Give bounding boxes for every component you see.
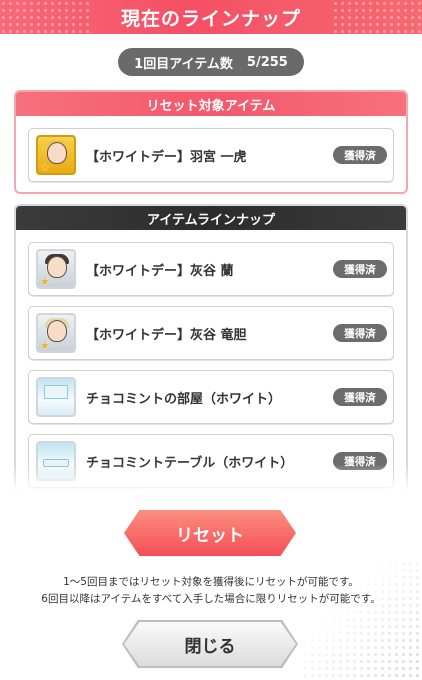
decorative-dots: [302, 560, 422, 680]
star-icon: ★: [40, 275, 50, 288]
dialog-title: 現在のラインナップ: [120, 7, 301, 30]
character-card-icon: ★: [36, 249, 76, 289]
status-badge: 獲得済: [333, 324, 387, 342]
item-count-label: 1回目アイテム数: [134, 56, 233, 72]
star-icon: ★: [40, 161, 50, 174]
reset-button-label: リセット: [176, 525, 244, 546]
item-name: 【ホワイトデー】灰谷 蘭: [86, 263, 234, 279]
item-lineup-title: アイテムラインナップ: [146, 212, 276, 228]
item-name: 【ホワイトデー】羽宮 一虎: [86, 149, 247, 165]
item-count-pill: 1回目アイテム数 5/255: [118, 48, 304, 76]
list-item[interactable]: ★ 【ホワイトデー】灰谷 蘭 獲得済: [28, 242, 394, 296]
item-count-value: 5/255: [246, 54, 288, 70]
list-item[interactable]: チョコミントの部屋（ホワイト） 獲得済: [28, 370, 394, 424]
list-fade: [14, 464, 408, 494]
close-button[interactable]: 閉じる: [124, 622, 296, 666]
item-lineup-header: アイテムラインナップ: [16, 206, 406, 230]
status-badge: 獲得済: [333, 388, 387, 406]
list-item[interactable]: ★ 【ホワイトデー】灰谷 竜胆 獲得済: [28, 306, 394, 360]
dialog-header: 現在のラインナップ: [0, 0, 422, 34]
status-badge: 獲得済: [333, 146, 387, 164]
room-icon: [36, 377, 76, 417]
star-icon: ★: [40, 339, 50, 352]
reset-button[interactable]: リセット: [124, 510, 296, 556]
reset-target-section: リセット対象アイテム ★ 【ホワイトデー】羽宮 一虎 獲得済: [14, 90, 408, 194]
item-name: チョコミントの部屋（ホワイト）: [86, 391, 282, 407]
reset-target-header: リセット対象アイテム: [16, 92, 406, 116]
status-badge: 獲得済: [333, 260, 387, 278]
dialog-panel: 1回目アイテム数 5/255 リセット対象アイテム ★ 【ホワイトデー】羽宮 一…: [0, 34, 422, 680]
item-name: 【ホワイトデー】灰谷 竜胆: [86, 327, 247, 343]
item-lineup-section[interactable]: アイテムラインナップ ★ 【ホワイトデー】灰谷 蘭 獲得済 ★ 【ホワイトデー】…: [14, 204, 408, 492]
character-card-icon: ★: [36, 313, 76, 353]
list-item[interactable]: ★ 【ホワイトデー】羽宮 一虎 獲得済: [28, 128, 394, 182]
reset-target-title: リセット対象アイテム: [146, 98, 276, 114]
character-card-icon: ★: [36, 135, 76, 175]
close-button-label: 閉じる: [184, 636, 236, 657]
